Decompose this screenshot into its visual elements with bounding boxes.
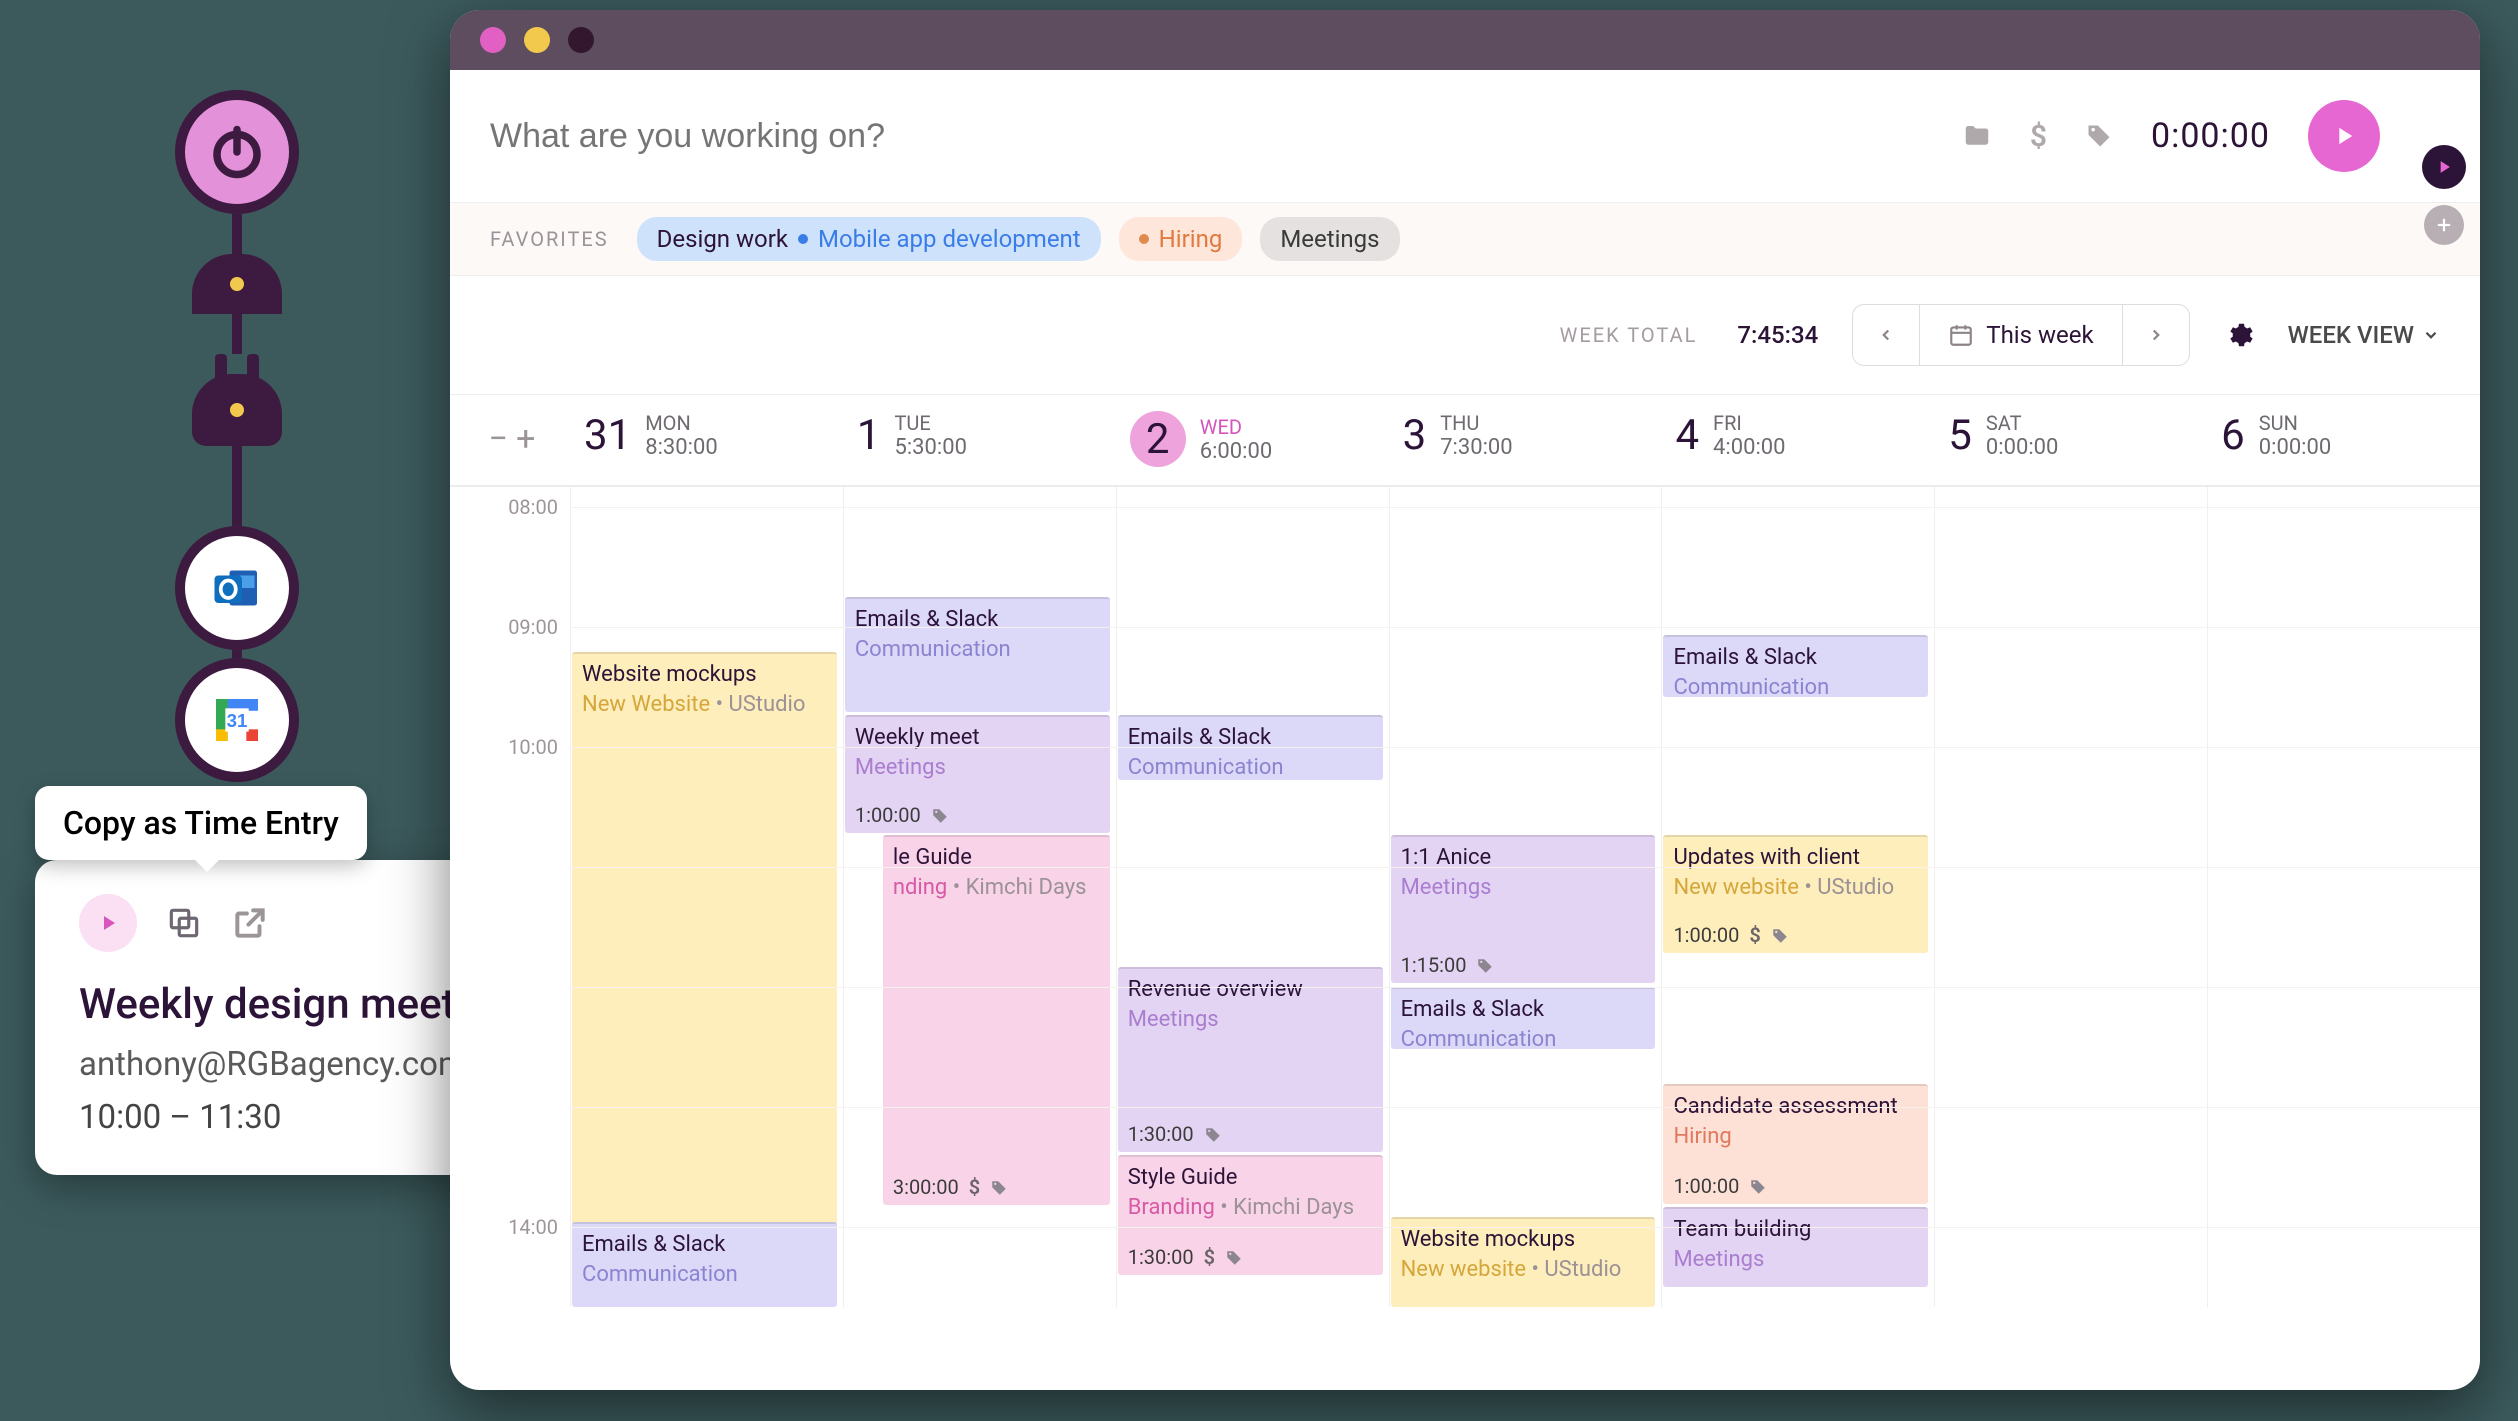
- mini-play-icon[interactable]: [2422, 145, 2466, 189]
- billable-icon[interactable]: $: [2030, 119, 2047, 154]
- favorites-label: FAVORITES: [490, 227, 609, 251]
- week-total-label: WEEK TOTAL: [1560, 323, 1698, 347]
- window-maximize-button[interactable]: [568, 27, 594, 53]
- day-header[interactable]: 2 WED 6:00:00: [1116, 395, 1389, 485]
- calendar: − + 31 MON 8:30:00 1 TUE 5:30:00 2 WED 6…: [450, 395, 2480, 1390]
- time-entry-bar: $ 0:00:00: [450, 70, 2480, 203]
- add-button[interactable]: [2424, 205, 2464, 245]
- google-calendar-integration-icon[interactable]: 31: [175, 658, 299, 782]
- zoom-out-button[interactable]: −: [489, 422, 508, 456]
- calendar-event[interactable]: Revenue overviewMeetings1:30:00: [1118, 967, 1383, 1152]
- calendar-event[interactable]: Candidate assessmentHiring1:00:00: [1663, 1084, 1928, 1204]
- folder-icon[interactable]: [1962, 121, 1992, 151]
- day-header[interactable]: 5 SAT 0:00:00: [1934, 395, 2207, 485]
- view-selector[interactable]: WEEK VIEW: [2288, 321, 2440, 349]
- window-close-button[interactable]: [480, 27, 506, 53]
- start-timer-button[interactable]: [2308, 100, 2380, 172]
- copy-icon[interactable]: [165, 904, 203, 942]
- calendar-event[interactable]: Emails & SlackCommunication: [1663, 635, 1928, 697]
- integrations-strip: 31: [175, 90, 299, 782]
- tag-icon[interactable]: [2085, 122, 2113, 150]
- outlook-integration-icon[interactable]: [175, 526, 299, 650]
- favorite-chip[interactable]: Hiring: [1119, 217, 1243, 261]
- hour-label: 09:00: [508, 615, 558, 639]
- connector-line: [232, 214, 242, 254]
- connector-line: [232, 650, 242, 658]
- week-toolbar: WEEK TOTAL 7:45:34 This week WEEK VIEW: [450, 276, 2480, 395]
- calendar-event[interactable]: Team buildingMeetings: [1663, 1207, 1928, 1287]
- day-header[interactable]: 31 MON 8:30:00: [570, 395, 843, 485]
- calendar-event[interactable]: 1:1 AniceMeetings1:15:00: [1391, 835, 1656, 983]
- plug-top-icon: [192, 254, 282, 496]
- calendar-event[interactable]: Emails & SlackCommunication: [1391, 987, 1656, 1049]
- hour-label: 10:00: [508, 735, 558, 759]
- calendar-event[interactable]: Weekly meetMeetings1:00:00: [845, 715, 1110, 833]
- next-week-button[interactable]: [2123, 305, 2189, 365]
- calendar-header: − + 31 MON 8:30:00 1 TUE 5:30:00 2 WED 6…: [450, 395, 2480, 487]
- day-header[interactable]: 6 SUN 0:00:00: [2207, 395, 2480, 485]
- calendar-event[interactable]: Updates with clientNew website • UStudio…: [1663, 835, 1928, 953]
- prev-week-button[interactable]: [1853, 305, 1919, 365]
- week-total-value: 7:45:34: [1737, 321, 1818, 349]
- hour-label: 14:00: [508, 1215, 558, 1239]
- start-timer-button[interactable]: [79, 894, 137, 952]
- toggl-power-icon[interactable]: [175, 90, 299, 214]
- svg-text:31: 31: [227, 710, 248, 731]
- timer-display: 0:00:00: [2151, 116, 2270, 156]
- window-titlebar: [450, 10, 2480, 70]
- calendar-event[interactable]: Website mockupsNew Website • UStudio: [572, 652, 837, 1272]
- calendar-event[interactable]: le Guidending • Kimchi Days3:00:00 $: [883, 835, 1110, 1205]
- this-week-button[interactable]: This week: [1919, 305, 2122, 365]
- time-gutter: 08:00 09:00 10:00 14:00: [450, 487, 570, 1307]
- favorite-chip[interactable]: Design work Mobile app development: [637, 217, 1101, 261]
- connector-line: [232, 496, 242, 526]
- app-window: $ 0:00:00 FAVORITES Design work Mobile a…: [450, 10, 2480, 1390]
- calendar-event[interactable]: Emails & SlackCommunication: [845, 597, 1110, 712]
- favorite-chip[interactable]: Meetings: [1260, 217, 1399, 261]
- date-range-picker: This week: [1852, 304, 2189, 366]
- calendar-grid[interactable]: Website mockupsNew Website • UStudioEmai…: [570, 487, 2480, 1307]
- settings-icon[interactable]: [2224, 320, 2254, 350]
- day-header[interactable]: 1 TUE 5:30:00: [843, 395, 1116, 485]
- day-header[interactable]: 4 FRI 4:00:00: [1661, 395, 1934, 485]
- calendar-event[interactable]: Style GuideBranding • Kimchi Days1:30:00…: [1118, 1155, 1383, 1275]
- window-minimize-button[interactable]: [524, 27, 550, 53]
- copy-as-time-entry-tooltip: Copy as Time Entry: [35, 786, 367, 860]
- favorites-bar: FAVORITES Design work Mobile app develop…: [450, 203, 2480, 276]
- day-header[interactable]: 3 THU 7:30:00: [1389, 395, 1662, 485]
- description-input[interactable]: [490, 117, 1190, 156]
- chevron-down-icon: [2422, 326, 2440, 344]
- calendar-event[interactable]: Website mockupsNew website • UStudio: [1391, 1217, 1656, 1307]
- hour-label: 08:00: [508, 495, 558, 519]
- open-external-icon[interactable]: [231, 904, 269, 942]
- zoom-in-button[interactable]: +: [516, 422, 535, 456]
- calendar-event[interactable]: Emails & SlackCommunication: [572, 1222, 837, 1307]
